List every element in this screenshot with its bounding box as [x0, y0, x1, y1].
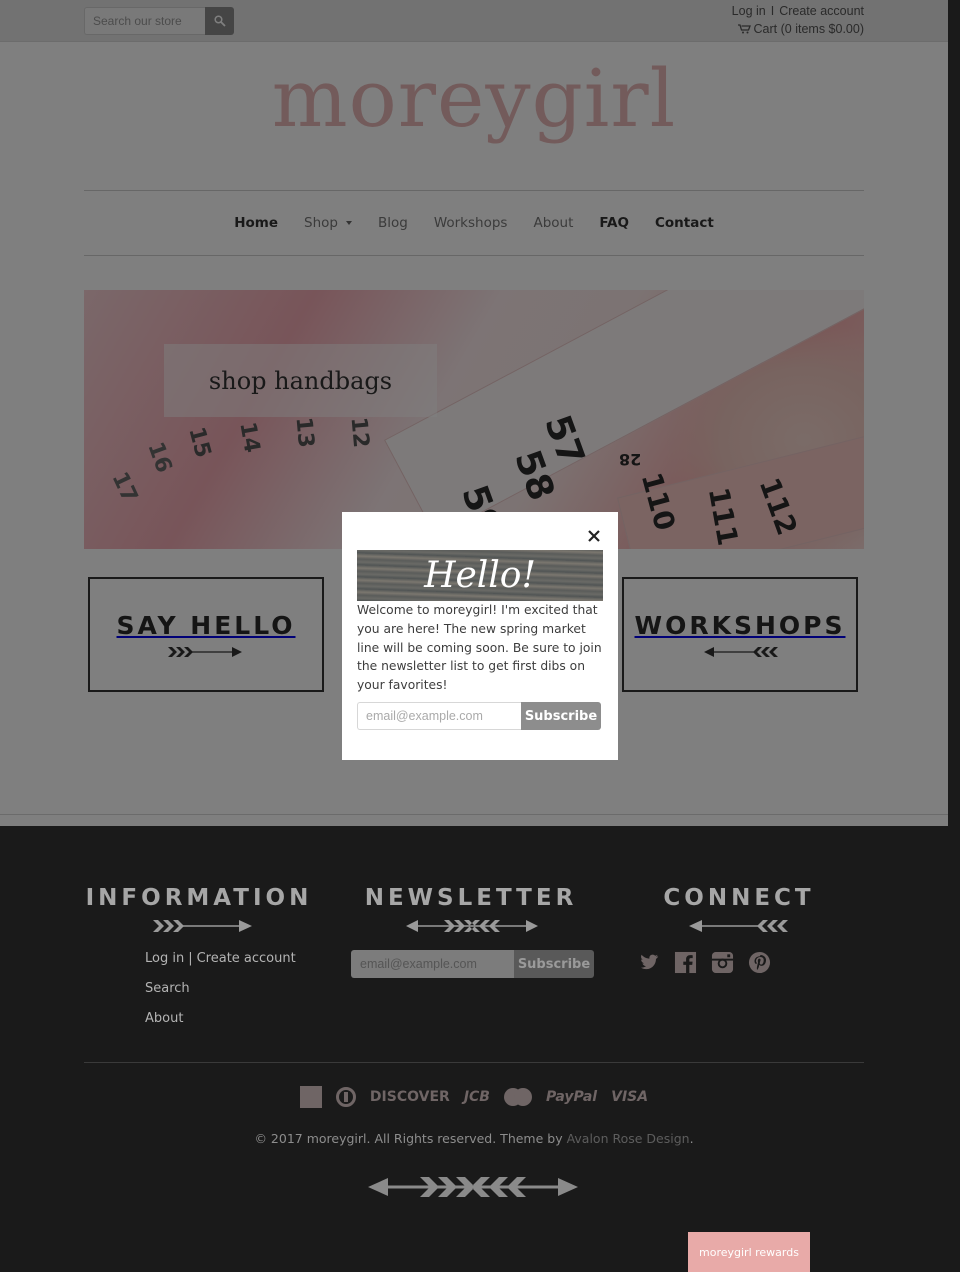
arrow-left-icon — [689, 920, 788, 932]
scrollbar[interactable] — [948, 0, 960, 826]
arrow-right-icon — [153, 920, 252, 932]
pinterest-link[interactable] — [748, 951, 771, 974]
copyright-suffix: . — [689, 1131, 694, 1146]
separator: | — [188, 951, 193, 966]
newsletter-heading: NEWSLETTER — [364, 885, 578, 911]
rewards-button[interactable]: moreygirl rewards — [688, 1232, 810, 1272]
modal-email-input[interactable] — [357, 702, 521, 730]
facebook-link[interactable] — [674, 951, 697, 974]
decorative-arrow-icon — [368, 1177, 578, 1197]
jcb-icon: JCB — [463, 1089, 490, 1105]
modal-subscribe-button[interactable]: Subscribe — [521, 702, 601, 730]
newsletter-modal: Hello! Welcome to moreygirl! I'm excited… — [342, 512, 618, 760]
footer-search-link[interactable]: Search — [145, 981, 190, 996]
footer-account-links: Log in | Create account — [145, 951, 296, 966]
footer-login-link[interactable]: Log in — [145, 951, 184, 966]
footer-about-link[interactable]: About — [145, 1011, 183, 1026]
hello-text: Hello! — [424, 555, 536, 596]
information-heading: INFORMATION — [85, 885, 313, 911]
modal-subscribe-form: Subscribe — [357, 702, 601, 730]
diners-icon — [335, 1087, 356, 1107]
paypal-icon: PayPal — [545, 1089, 598, 1105]
instagram-link[interactable] — [711, 951, 734, 974]
twitter-link[interactable] — [637, 951, 660, 974]
pinterest-icon — [748, 951, 771, 974]
modal-message: Welcome to moreygirl! I'm excited that y… — [357, 603, 602, 693]
close-icon — [588, 530, 600, 542]
visa-icon: VISA — [611, 1089, 649, 1105]
social-links — [637, 951, 771, 974]
newsletter-email-input[interactable] — [351, 950, 514, 978]
footer-create-account-link[interactable]: Create account — [197, 951, 296, 966]
theme-link[interactable]: Avalon Rose Design — [567, 1131, 690, 1146]
mastercard-icon — [503, 1088, 532, 1106]
facebook-icon — [674, 951, 697, 974]
double-arrow-icon — [406, 920, 538, 932]
amex-icon — [299, 1086, 322, 1108]
hello-banner: Hello! — [357, 550, 603, 601]
instagram-icon — [711, 951, 734, 974]
newsletter-form: Subscribe — [351, 950, 594, 978]
footer-divider — [84, 1062, 864, 1063]
payment-methods: DISCOVER JCB PayPal VISA — [0, 1086, 948, 1108]
discover-icon: DISCOVER — [369, 1089, 450, 1105]
twitter-icon — [640, 954, 659, 970]
close-button[interactable] — [586, 529, 602, 545]
copyright: © 2017 moreygirl. All Rights reserved. T… — [0, 1131, 948, 1146]
connect-heading: CONNECT — [663, 885, 815, 911]
newsletter-subscribe-button[interactable]: Subscribe — [514, 950, 594, 978]
footer: INFORMATION Log in | Create account Search… — [0, 826, 960, 1272]
copyright-text: © 2017 moreygirl. All Rights reserved. T… — [254, 1131, 567, 1146]
